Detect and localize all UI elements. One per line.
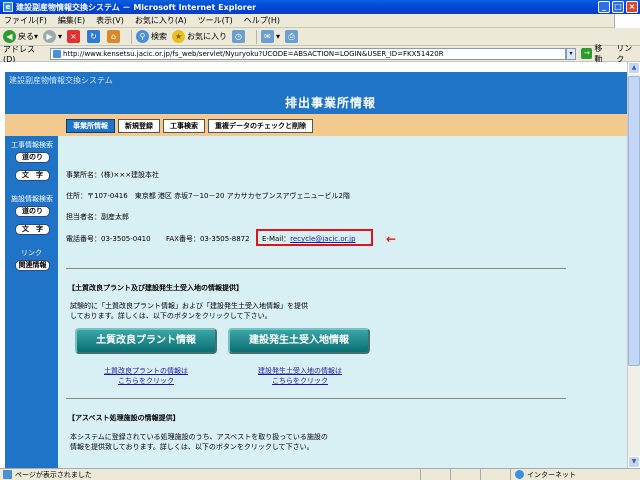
history-button[interactable]: ◷ <box>232 30 247 43</box>
back-button[interactable]: ◀ 戻る ▾ <box>3 30 38 43</box>
menu-favorites[interactable]: お気に入り(A) <box>135 15 187 26</box>
print-icon: ⎙ <box>285 30 299 43</box>
facility-text-button[interactable]: 文 字 <box>15 224 50 235</box>
tab-new-registration[interactable]: 新規登録 <box>118 119 160 133</box>
home-button[interactable]: ⌂ <box>107 30 122 43</box>
status-cell <box>480 468 510 480</box>
facility-road-button[interactable]: 道のり <box>15 206 50 217</box>
email-label: E-Mail： <box>262 235 291 243</box>
scroll-down-icon[interactable]: ▼ <box>628 456 640 468</box>
office-phone: 電話番号：03-3505-0410 <box>66 235 151 243</box>
window-title-bar: e 建設副産物情報交換システム － Microsoft Internet Exp… <box>0 0 640 14</box>
section-divider <box>66 398 566 399</box>
favorites-button[interactable]: ★ お気に入り <box>172 30 227 43</box>
maximize-button[interactable]: □ <box>612 1 624 13</box>
search-icon: ⚲ <box>136 30 150 43</box>
related-info-button[interactable]: 関連情報 <box>15 260 50 271</box>
soil-plant-link[interactable]: 土質改良プラントの情報は こちらをクリック <box>86 366 206 386</box>
mail-icon: ✉ <box>261 30 275 43</box>
vertical-scrollbar[interactable]: ▲ ▼ <box>627 62 640 468</box>
refresh-button[interactable]: ↻ <box>87 30 102 43</box>
asbestos-section-desc-1: 本システムに登録されている処理施設のうち、アスベストを取り扱っている施設の <box>70 433 328 441</box>
globe-icon <box>515 470 524 479</box>
page-icon <box>3 470 12 479</box>
asbestos-section-heading: 【アスベスト処理施設の情報提供】 <box>68 414 180 422</box>
page-viewport: 建設副産物情報交換システム 排出事業所情報 事業所情報 新規登録 工事検索 重複… <box>0 62 627 468</box>
asbestos-section-desc-2: 情報を提供致しております。詳しくは、以下のボタンをクリックして下さい。 <box>70 443 314 451</box>
mail-button[interactable]: ✉ ▾ <box>261 30 280 43</box>
back-dropdown-icon[interactable]: ▾ <box>34 32 38 41</box>
search-button[interactable]: ⚲ 検索 <box>136 30 167 43</box>
stop-icon: × <box>67 30 81 43</box>
forward-arrow-icon: ▶ <box>43 30 57 43</box>
print-button[interactable]: ⎙ <box>285 30 300 43</box>
stop-button[interactable]: × <box>67 30 82 43</box>
soil-receive-info-button[interactable]: 建設発生土受入地情報 <box>228 328 370 354</box>
menu-file[interactable]: ファイル(F) <box>4 15 47 26</box>
address-input[interactable]: http://www.kensetsu.jacic.or.jp/fs_web/s… <box>50 47 566 60</box>
facility-search-heading: 施設情報検索 <box>11 195 53 203</box>
minimize-button[interactable]: _ <box>598 1 610 13</box>
status-cell <box>450 468 480 480</box>
status-text: ページが表示されました <box>15 470 92 479</box>
scroll-thumb[interactable] <box>628 76 640 366</box>
history-icon: ◷ <box>232 30 246 43</box>
office-fax: FAX番号：03-3505-8872 <box>166 235 250 243</box>
soil-receive-link[interactable]: 建設発生土受入地の情報は こちらをクリック <box>238 366 362 386</box>
forward-button[interactable]: ▶ ▾ <box>43 30 62 43</box>
email-link[interactable]: recycle@jacic.or.jp <box>290 235 355 243</box>
toolbar-separator <box>256 29 258 44</box>
link-heading: リンク <box>21 249 42 257</box>
plant-section-heading: 【土質改良プラント及び建設発生土受入地の情報提供】 <box>68 284 243 292</box>
windows-flag-icon <box>614 14 640 28</box>
ie-icon: e <box>3 2 13 12</box>
menu-view[interactable]: 表示(V) <box>96 15 124 26</box>
construction-search-heading: 工事情報検索 <box>11 141 53 149</box>
plant-section-desc-2: しております。詳しくは、以下のボタンをクリックして下さい。 <box>70 312 272 320</box>
site-header: 建設副産物情報交換システム 排出事業所情報 <box>5 72 627 114</box>
window-title: 建設副産物情報交換システム － Microsoft Internet Explo… <box>16 2 257 12</box>
go-arrow-icon: → <box>581 48 593 59</box>
address-dropdown-icon[interactable]: ▾ <box>565 47 577 60</box>
close-button[interactable]: × <box>626 1 638 13</box>
nav-tabs: 事業所情報 新規登録 工事検索 重複データのチェックと削除 <box>66 119 313 133</box>
tab-office-info[interactable]: 事業所情報 <box>66 119 115 133</box>
left-sidebar: 工事情報検索 道のり 文 字 施設情報検索 道のり 文 字 リンク 関連情報 <box>5 136 58 468</box>
construction-text-button[interactable]: 文 字 <box>15 170 50 181</box>
soil-plant-info-button[interactable]: 土質改良プラント情報 <box>75 328 217 354</box>
section-divider <box>66 268 566 269</box>
office-address: 住所：〒107-0416 東京都 港区 赤坂7－10－20 アカサカセブンスアヴ… <box>66 192 350 200</box>
left-arrow-icon: ← <box>386 232 397 246</box>
tab-duplicate-check[interactable]: 重複データのチェックと削除 <box>208 119 313 133</box>
construction-road-button[interactable]: 道のり <box>15 152 50 163</box>
security-zone: インターネット <box>510 468 576 480</box>
plant-section-desc-1: 試験的に「土質改良プラント情報」および「建設発生土受入地情報」を提供 <box>70 302 308 310</box>
menu-help[interactable]: ヘルプ(H) <box>244 15 280 26</box>
menu-bar: ファイル(F) 編集(E) 表示(V) お気に入り(A) ツール(T) ヘルプ(… <box>0 14 640 28</box>
office-contact: 担当者名：副産太郎 <box>66 213 129 221</box>
page-title: 排出事業所情報 <box>285 96 377 110</box>
menu-edit[interactable]: 編集(E) <box>58 15 85 26</box>
scroll-up-icon[interactable]: ▲ <box>628 62 640 74</box>
home-icon: ⌂ <box>107 30 121 43</box>
address-bar: アドレス(D) http://www.kensetsu.jacic.or.jp/… <box>0 44 640 64</box>
toolbar-separator <box>131 29 133 44</box>
menu-tools[interactable]: ツール(T) <box>198 15 233 26</box>
refresh-icon: ↻ <box>87 30 101 43</box>
tab-construction-search[interactable]: 工事検索 <box>163 119 205 133</box>
star-icon: ★ <box>172 30 186 43</box>
office-name: 事業所名：(株)×××建設本社 <box>66 171 160 179</box>
address-label: アドレス(D) <box>3 44 35 64</box>
browser-toolbar: ◀ 戻る ▾ ▶ ▾ × ↻ ⌂ ⚲ 検索 ★ お気に入り ◷ ✉ ▾ ⎙ <box>0 28 640 46</box>
email-field: E-Mail：recycle@jacic.or.jp <box>262 234 356 244</box>
system-name: 建設副産物情報交換システム <box>9 76 113 85</box>
status-bar: ページが表示されました インターネット <box>0 468 640 480</box>
status-cell <box>420 468 450 480</box>
back-arrow-icon: ◀ <box>3 30 16 43</box>
